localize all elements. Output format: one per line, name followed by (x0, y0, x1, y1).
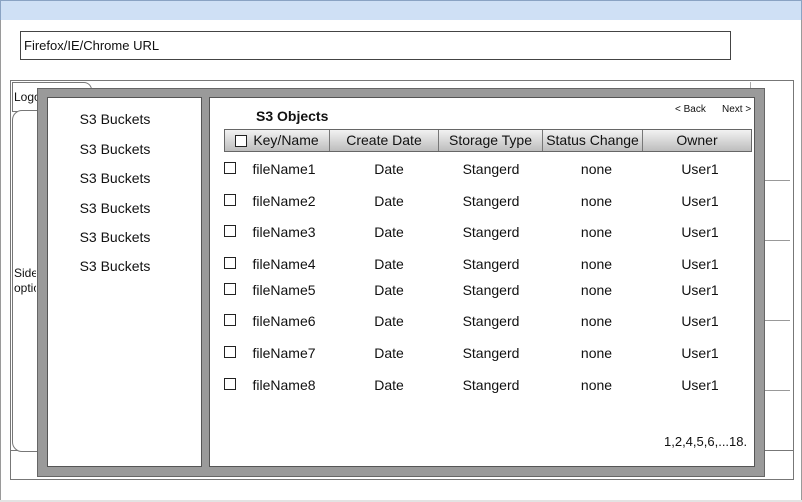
row-owner: User1 (681, 377, 719, 393)
row-status-change: none (580, 161, 613, 177)
row-owner: User1 (681, 224, 719, 240)
row-owner: User1 (681, 345, 719, 361)
row-owner: User1 (681, 256, 719, 272)
row-create-date: Date (374, 161, 404, 177)
row-checkbox[interactable] (224, 194, 236, 206)
row-status-change: none (580, 256, 613, 272)
row-storage-type: Stangerd (462, 282, 520, 298)
row-checkbox[interactable] (224, 283, 236, 295)
row-status-change: none (580, 377, 613, 393)
column-header-owner[interactable]: Owner (643, 130, 751, 151)
row-create-date: Date (374, 282, 404, 298)
row-storage-type: Stangerd (462, 161, 520, 177)
row-create-date: Date (374, 345, 404, 361)
row-storage-type: Stangerd (462, 256, 520, 272)
table-header: Key/Name Create Date Storage Type Status… (224, 129, 752, 152)
row-checkbox[interactable] (224, 346, 236, 358)
row-create-date: Date (374, 313, 404, 329)
window-title-bar (0, 0, 802, 22)
row-filename[interactable]: fileName8 (238, 377, 330, 393)
column-header-status-change[interactable]: Status Change (543, 130, 643, 151)
column-label: Key/Name (253, 132, 319, 148)
row-filename[interactable]: fileName6 (238, 313, 330, 329)
row-storage-type: Stangerd (462, 193, 520, 209)
row-create-date: Date (374, 377, 404, 393)
bucket-item[interactable]: S3 Buckets (47, 111, 183, 127)
sidebar-label-line1: Side (14, 266, 36, 280)
objects-title: S3 Objects (256, 108, 329, 124)
next-link[interactable]: Next > (722, 104, 751, 115)
column-header-keyname[interactable]: Key/Name (225, 130, 330, 151)
row-filename[interactable]: fileName2 (238, 193, 330, 209)
row-storage-type: Stangerd (462, 313, 520, 329)
bucket-item[interactable]: S3 Buckets (47, 258, 183, 274)
select-all-checkbox[interactable] (235, 134, 248, 147)
pagination[interactable]: 1,2,4,5,6,...18. (664, 434, 747, 449)
bucket-item[interactable]: S3 Buckets (47, 170, 183, 186)
row-status-change: none (580, 224, 613, 240)
row-filename[interactable]: fileName1 (238, 161, 330, 177)
bucket-item[interactable]: S3 Buckets (47, 229, 183, 245)
sidebar-options-label: Side optio (14, 266, 36, 296)
row-owner: User1 (681, 193, 719, 209)
url-text: Firefox/IE/Chrome URL (24, 38, 160, 53)
row-storage-type: Stangerd (462, 377, 520, 393)
row-status-change: none (580, 345, 613, 361)
row-checkbox[interactable] (224, 162, 236, 174)
row-status-change: none (580, 282, 613, 298)
row-filename[interactable]: fileName5 (238, 282, 330, 298)
row-storage-type: Stangerd (462, 224, 520, 240)
back-link[interactable]: < Back (675, 104, 706, 115)
row-create-date: Date (374, 193, 404, 209)
row-checkbox[interactable] (224, 257, 236, 269)
row-filename[interactable]: fileName4 (238, 256, 330, 272)
row-create-date: Date (374, 224, 404, 240)
row-checkbox[interactable] (224, 314, 236, 326)
row-storage-type: Stangerd (462, 345, 520, 361)
row-owner: User1 (681, 161, 719, 177)
row-filename[interactable]: fileName7 (238, 345, 330, 361)
row-checkbox[interactable] (224, 378, 236, 390)
row-checkbox[interactable] (224, 225, 236, 237)
row-owner: User1 (681, 313, 719, 329)
row-filename[interactable]: fileName3 (238, 224, 330, 240)
bucket-item[interactable]: S3 Buckets (47, 200, 183, 216)
row-status-change: none (580, 313, 613, 329)
row-status-change: none (580, 193, 613, 209)
row-create-date: Date (374, 256, 404, 272)
row-owner: User1 (681, 282, 719, 298)
sidebar-label-line2: optio (14, 281, 36, 295)
bucket-item[interactable]: S3 Buckets (47, 141, 183, 157)
column-header-storage-type[interactable]: Storage Type (439, 130, 543, 151)
column-header-create-date[interactable]: Create Date (330, 130, 439, 151)
